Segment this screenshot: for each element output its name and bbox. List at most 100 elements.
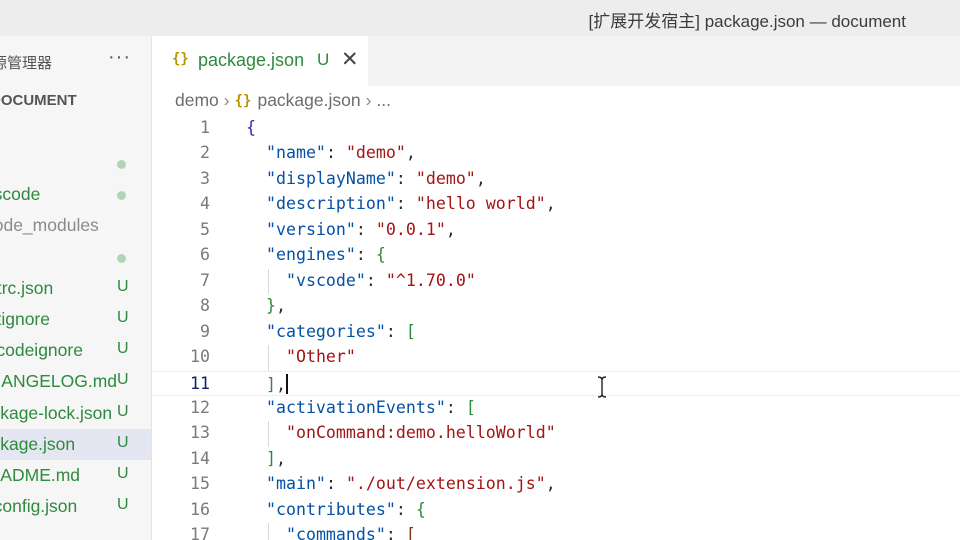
git-status-badge: U xyxy=(117,465,129,482)
file-tree-item[interactable]: .vscodeignore U xyxy=(0,335,151,366)
git-status-badge: U xyxy=(117,340,129,358)
tab-git-status: U xyxy=(317,50,330,69)
file-name: package.json xyxy=(0,433,76,454)
breadcrumb-folder[interactable]: demo xyxy=(175,90,219,111)
code-text: { xyxy=(246,118,256,137)
line-number: 4 xyxy=(200,194,210,214)
file-name: .gitignore xyxy=(0,309,50,329)
line-number: 14 xyxy=(190,448,210,468)
git-status-badge: U xyxy=(117,496,129,514)
file-name: CHANGELOG.md xyxy=(0,371,117,392)
code-line[interactable]: 2 "name": "demo", xyxy=(152,141,960,167)
line-number: 15 xyxy=(190,474,210,494)
line-number: 1 xyxy=(200,118,210,137)
modified-dot-icon xyxy=(117,160,126,169)
file-name: node_modules xyxy=(0,215,99,236)
line-number: 5 xyxy=(200,219,210,239)
line-number: 10 xyxy=(190,347,210,367)
code-text: "description": "hello world", xyxy=(265,194,556,214)
code-text: "onCommand:demo.helloWorld" xyxy=(285,423,556,443)
close-icon[interactable]: ✕ xyxy=(341,47,359,72)
file-tree-item[interactable]: tsconfig.json U xyxy=(0,491,151,522)
chevron-right-icon: › xyxy=(223,90,230,110)
line-number: 7 xyxy=(200,270,210,290)
text-caret xyxy=(285,373,288,394)
code-text: "engines": { xyxy=(265,245,386,265)
file-name: .vscode xyxy=(0,184,41,205)
git-status-badge: U xyxy=(117,402,129,420)
file-tree-item[interactable]: package.json U xyxy=(0,428,151,460)
tab-package-json[interactable]: {} package.json U ✕ xyxy=(152,36,368,86)
code-text: ], xyxy=(265,448,286,468)
code-line[interactable]: 12 "activationEvents": [ xyxy=(152,396,960,422)
text-cursor-icon xyxy=(597,376,607,398)
file-tree-item[interactable]: demo xyxy=(0,148,151,179)
json-braces-icon: {} xyxy=(172,51,189,67)
code-editor[interactable]: 1{2 "name": "demo", 3 "displayName": "dem… xyxy=(152,118,960,540)
line-number: 12 xyxy=(190,397,210,417)
workspace-section-title[interactable]: DOCUMENT xyxy=(0,92,77,109)
code-line[interactable]: 1{ xyxy=(152,118,960,142)
code-text: "Other" xyxy=(285,347,356,367)
chevron-right-icon: › xyxy=(365,90,372,110)
code-line[interactable]: 3 "displayName": "demo", xyxy=(152,167,960,193)
code-line[interactable]: 8 }, xyxy=(152,294,960,320)
git-status-badge: U xyxy=(117,277,129,295)
window-title: [扩展开发宿主] package.json — document xyxy=(588,12,906,31)
code-line[interactable]: 16 "contributes": { xyxy=(152,498,960,524)
code-text: "contributes": { xyxy=(265,499,426,519)
explorer-sidebar: 源管理器 ··· DOCUMENT demo .vscode node_module… xyxy=(0,36,152,540)
code-line[interactable]: 10 "Other" xyxy=(152,345,960,371)
json-braces-icon: {} xyxy=(234,93,252,109)
code-text: "categories": [ xyxy=(265,321,416,341)
code-text: "vscode": "^1.70.0" xyxy=(285,270,476,290)
line-number: 9 xyxy=(200,321,210,341)
breadcrumb-symbol[interactable]: ... xyxy=(376,90,391,111)
code-line[interactable]: 15 "main": "./out/extension.js", xyxy=(152,472,960,498)
line-number: 17 xyxy=(190,525,210,540)
line-number: 16 xyxy=(190,499,210,519)
file-tree-item[interactable]: .eslintrc.json U xyxy=(0,273,151,304)
code-line[interactable]: 5 "version": "0.0.1", xyxy=(152,218,960,244)
tab-label: package.json xyxy=(198,50,305,70)
file-name: tsconfig.json xyxy=(0,496,78,517)
file-tree-item[interactable]: CHANGELOG.mdU xyxy=(0,366,151,397)
file-name: README.md xyxy=(0,465,81,485)
line-number: 3 xyxy=(200,168,210,188)
more-actions-icon[interactable]: ··· xyxy=(108,46,131,69)
explorer-title: 源管理器 xyxy=(0,55,53,72)
file-tree-item[interactable]: .vscode xyxy=(0,179,151,210)
code-line[interactable]: 17 "commands": [ xyxy=(152,523,960,540)
code-line[interactable]: 7 "vscode": "^1.70.0" xyxy=(152,268,960,295)
explorer-header: 源管理器 ··· xyxy=(0,46,151,72)
code-text: "name": "demo", xyxy=(265,143,416,163)
modified-dot-icon xyxy=(117,253,126,263)
file-tree-item[interactable] xyxy=(0,242,151,273)
file-tree-item[interactable]: README.md U xyxy=(0,460,151,491)
line-number: 11 xyxy=(190,373,210,393)
git-status-badge: U xyxy=(117,371,129,389)
code-text: "activationEvents": [ xyxy=(265,397,476,417)
modified-dot-icon xyxy=(117,191,126,201)
git-status-badge: U xyxy=(117,433,129,451)
code-line[interactable]: 14 ], xyxy=(152,447,960,473)
file-name: package-lock.json xyxy=(0,402,113,423)
breadcrumb-file[interactable]: package.json xyxy=(257,90,360,111)
file-tree-item[interactable]: package-lock.jsonU xyxy=(0,398,151,429)
code-line[interactable]: 6 "engines": { xyxy=(152,243,960,269)
code-text: "commands": [ xyxy=(285,525,416,540)
code-line[interactable]: 9 "categories": [ xyxy=(152,320,960,346)
code-line[interactable]: 13 "onCommand:demo.helloWorld" xyxy=(152,421,960,447)
code-text: "displayName": "demo", xyxy=(265,168,486,188)
window-titlebar: [扩展开发宿主] package.json — document xyxy=(0,0,960,36)
file-tree-item[interactable]: .gitignore U xyxy=(0,304,151,335)
code-text: ], xyxy=(265,373,288,394)
code-text: }, xyxy=(265,296,286,316)
breadcrumb: demo ›{} package.json ›... xyxy=(175,90,391,114)
file-name: .eslintrc.json xyxy=(0,277,54,298)
line-number: 2 xyxy=(200,143,210,163)
code-line[interactable]: 11 ], xyxy=(152,370,960,396)
code-line[interactable]: 4 "description": "hello world", xyxy=(152,192,960,218)
line-number: 6 xyxy=(200,245,210,265)
file-tree-item[interactable]: node_modules xyxy=(0,210,151,241)
